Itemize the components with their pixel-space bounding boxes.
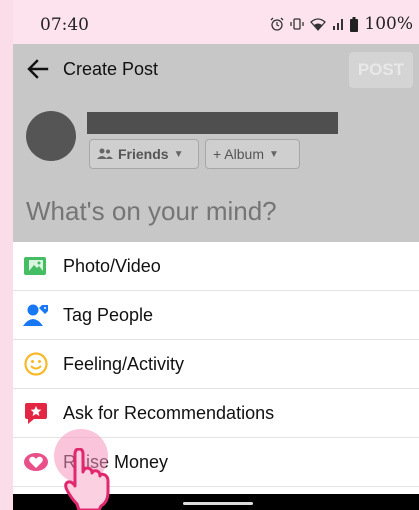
recommendations-icon [23, 400, 49, 426]
feeling-icon [23, 351, 49, 377]
album-label: + Album [213, 146, 264, 162]
album-button[interactable]: + Album ▼ [205, 139, 300, 169]
battery-icon [350, 16, 359, 32]
photo-icon [23, 253, 49, 279]
page-title: Create Post [63, 59, 159, 79]
vibrate-icon [290, 18, 305, 30]
status-time: 07:40 [40, 15, 89, 35]
app-bar: Create Post POST [13, 44, 419, 94]
menu-item-label: Ask for Recommendations [63, 402, 275, 423]
menu-item-photo-video[interactable]: Photo/Video [13, 242, 419, 291]
home-gesture-handle[interactable] [183, 502, 253, 505]
friends-icon [97, 148, 113, 159]
user-name-redacted [87, 112, 338, 134]
menu-item-label: Feeling/Activity [63, 353, 185, 374]
chevron-down-icon: ▼ [173, 148, 184, 160]
post-text-input[interactable]: What's on your mind? [26, 196, 277, 227]
back-arrow-icon[interactable] [25, 56, 51, 82]
status-bar: 07:40 100% [13, 0, 419, 44]
avatar [26, 111, 76, 161]
battery-percent: 100% [364, 14, 413, 34]
pointer-hand-icon [64, 448, 110, 510]
signal-icon [333, 19, 344, 30]
menu-item-tag-people[interactable]: Tag People [13, 291, 419, 340]
audience-friends-button[interactable]: Friends ▼ [89, 139, 199, 169]
phone-screen: 07:40 100% Create Post POST Friends ▼ + … [13, 0, 419, 510]
friends-label: Friends [118, 146, 169, 162]
raise-money-icon [23, 449, 49, 475]
menu-item-feeling-activity[interactable]: Feeling/Activity [13, 340, 419, 389]
wifi-icon [310, 18, 327, 31]
menu-item-label: Tag People [63, 304, 154, 325]
status-icons: 100% [270, 14, 413, 34]
alarm-icon [270, 17, 284, 31]
menu-item-label: Photo/Video [63, 255, 161, 276]
composer-area: Create Post POST Friends ▼ + Album ▼ Wha… [13, 44, 419, 242]
chevron-down-icon: ▼ [268, 148, 279, 160]
tag-people-icon [23, 302, 49, 328]
post-button[interactable]: POST [349, 52, 413, 88]
